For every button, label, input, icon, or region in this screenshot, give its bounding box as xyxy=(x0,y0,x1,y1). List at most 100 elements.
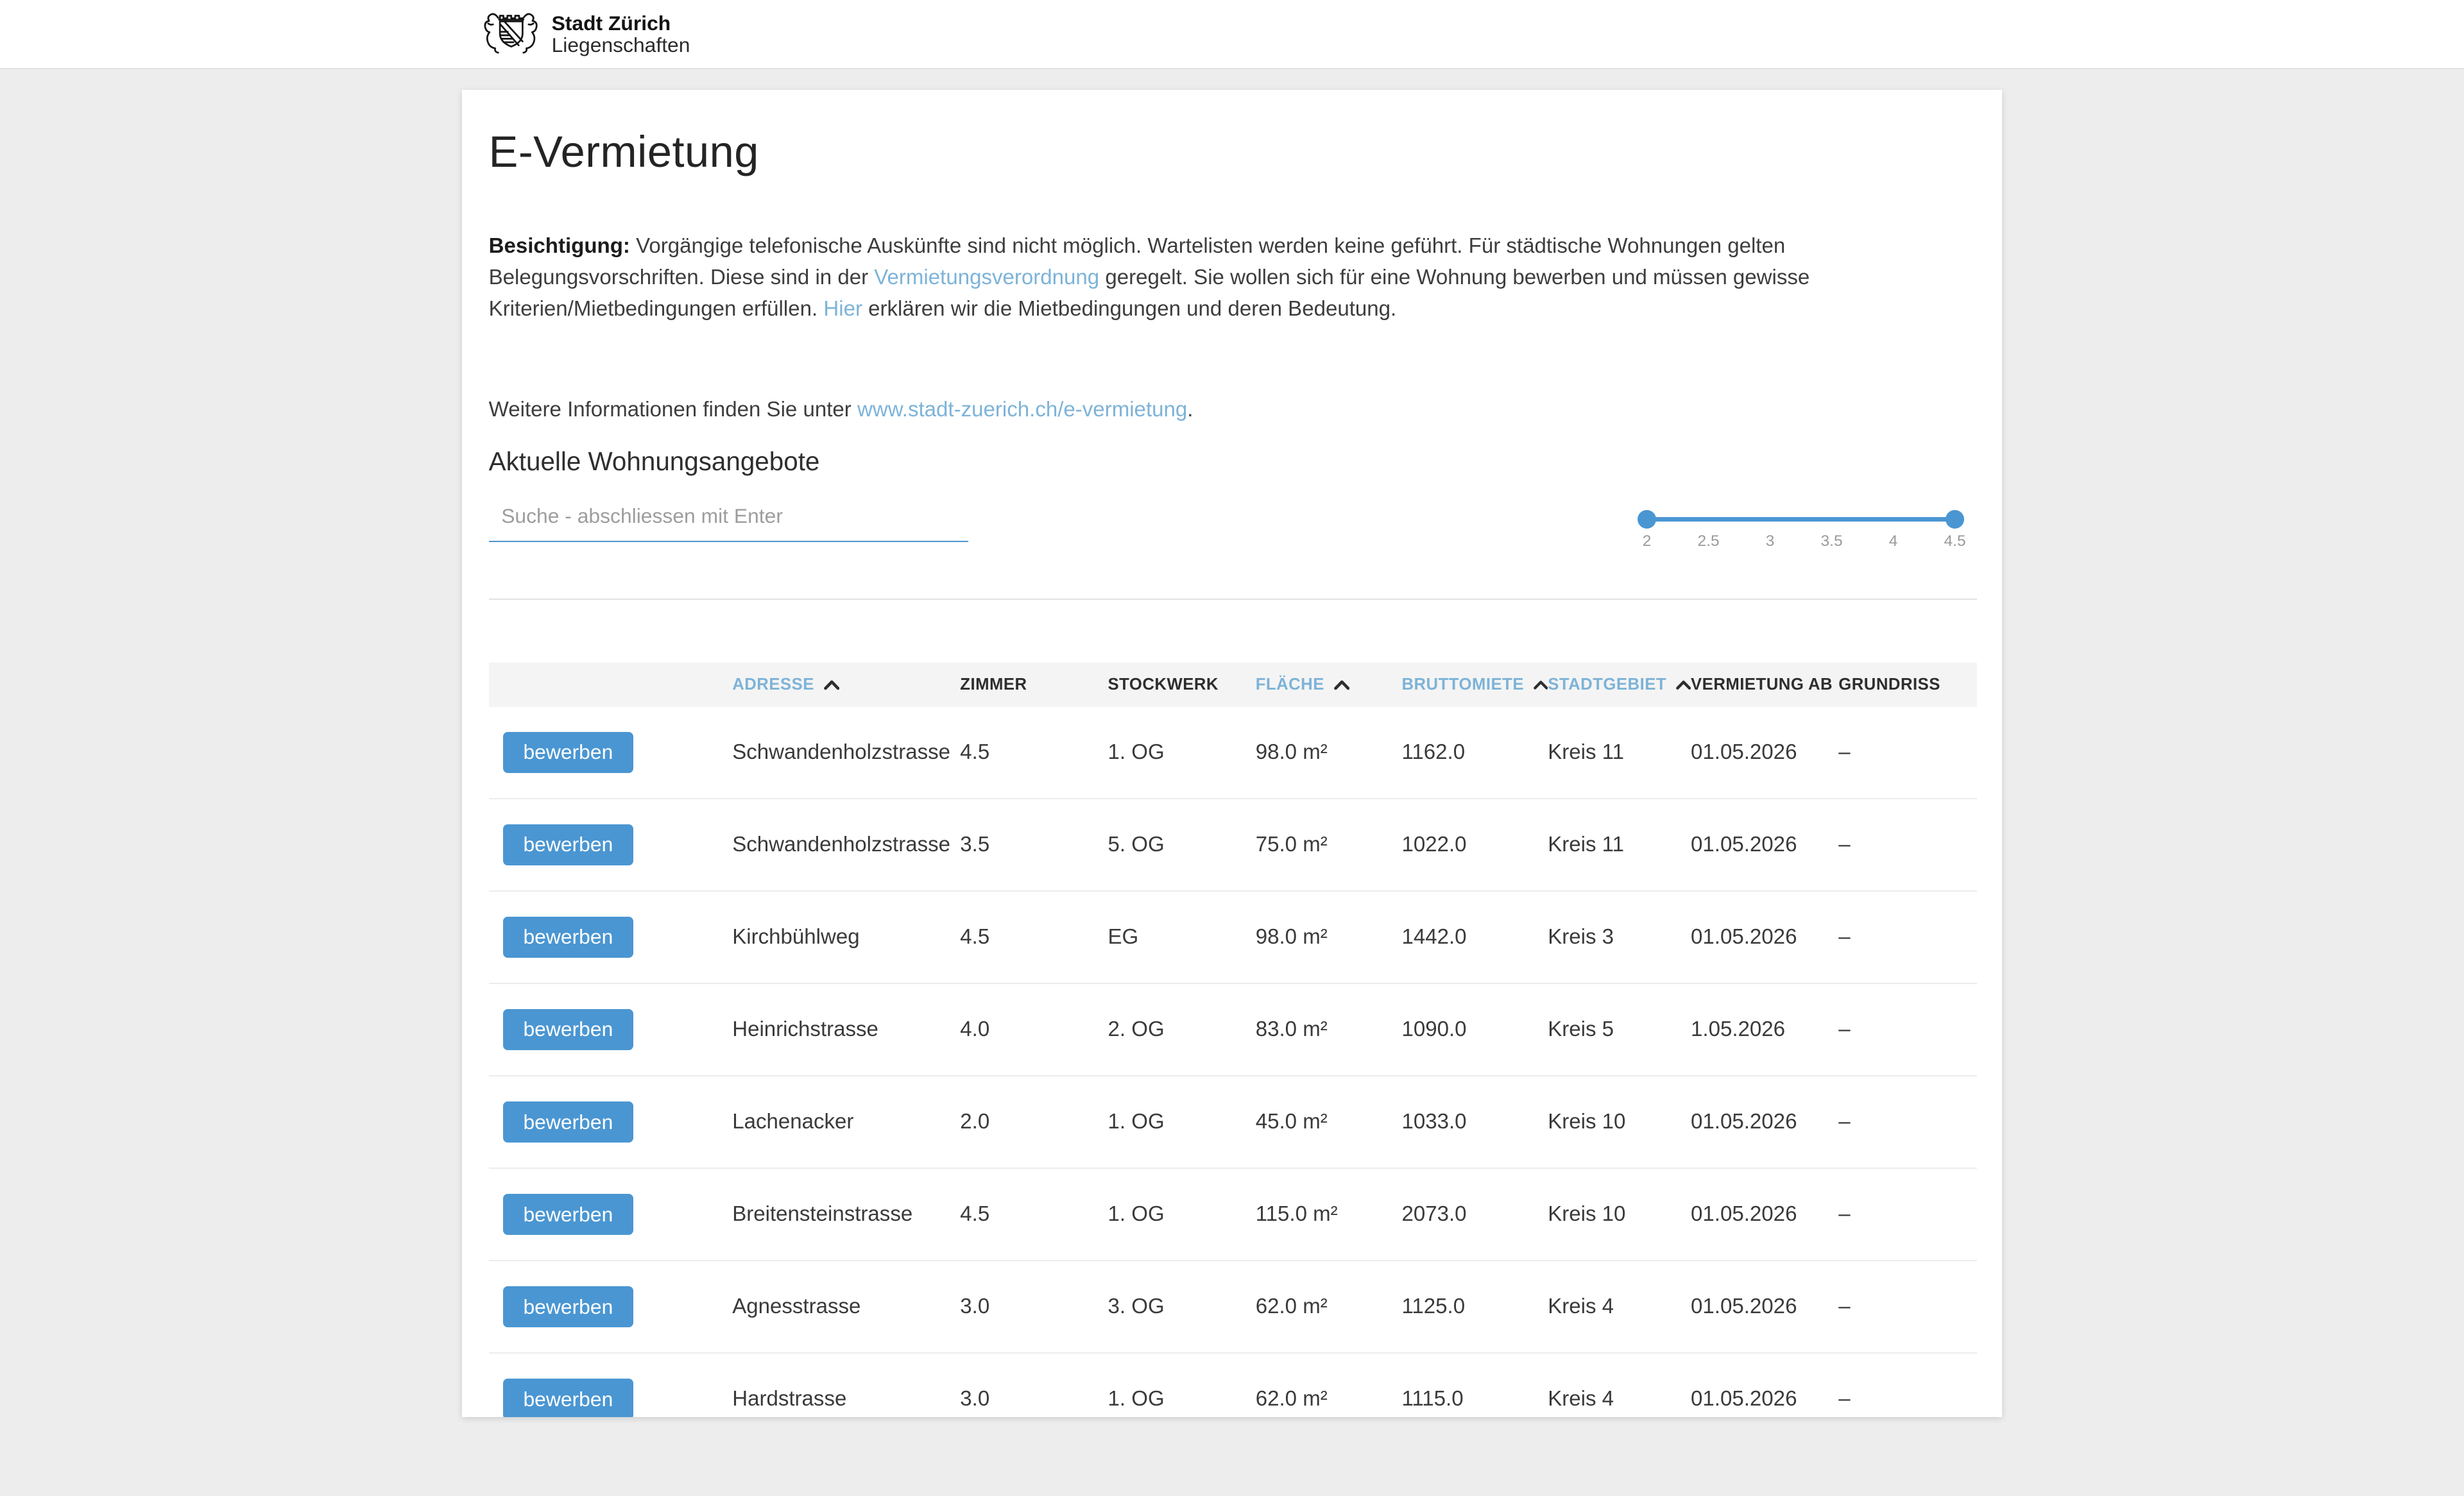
cell-bruttomiete: 1162.0 xyxy=(1401,740,1548,765)
slider-handle-min[interactable] xyxy=(1638,510,1656,529)
cell-vermietung-ab: 01.05.2026 xyxy=(1691,1110,1838,1134)
slider-handle-max[interactable] xyxy=(1946,510,1964,529)
cell-zimmer: 2.0 xyxy=(960,1110,1108,1134)
cell-vermietung-ab: 01.05.2026 xyxy=(1691,1295,1838,1319)
bewerben-button[interactable]: bewerben xyxy=(503,732,633,773)
column-header-label: STADTGEBIET xyxy=(1548,676,1666,694)
content-card: E-Vermietung Besichtigung: Vorgängige te… xyxy=(462,90,2002,1417)
cell-grundriss: – xyxy=(1838,833,1977,857)
table-header-row: ADRESSEZIMMERSTOCKWERKFLÄCHE BRUTTOMIETE S… xyxy=(489,663,1977,707)
brand-logo[interactable]: Stadt Zürich Liegenschaften xyxy=(483,10,690,58)
bewerben-button[interactable]: bewerben xyxy=(503,1194,633,1235)
brand-title: Stadt Zürich xyxy=(552,12,690,34)
cell-vermietung-ab: 01.05.2026 xyxy=(1691,1387,1838,1411)
top-bar: Stadt Zürich Liegenschaften xyxy=(0,0,2464,69)
cell-flaeche: 83.0 m² xyxy=(1256,1017,1402,1042)
column-header-vermietung_ab[interactable]: VERMIETUNG AB xyxy=(1691,676,1838,694)
cell-bruttomiete: 1115.0 xyxy=(1401,1387,1548,1411)
column-header-grundriss[interactable]: GRUNDRISS xyxy=(1838,676,1977,694)
listings-table: ADRESSEZIMMERSTOCKWERKFLÄCHE BRUTTOMIETE S… xyxy=(489,663,1977,1417)
rooms-range-slider[interactable]: 22.533.544.5 xyxy=(1647,493,1955,559)
cell-bruttomiete: 2073.0 xyxy=(1401,1202,1548,1227)
cell-actions: bewerben xyxy=(489,1286,733,1327)
cell-stadtgebiet: Kreis 11 xyxy=(1548,740,1691,765)
brand-subtitle: Liegenschaften xyxy=(552,34,690,56)
cell-vermietung-ab: 01.05.2026 xyxy=(1691,1202,1838,1227)
cell-grundriss: – xyxy=(1838,740,1977,765)
table-body: bewerben Schwandenholzstrasse 4.5 1. OG … xyxy=(489,707,1977,1417)
page-root: Stadt Zürich Liegenschaften E-Vermietung… xyxy=(0,0,2464,1495)
bewerben-button[interactable]: bewerben xyxy=(503,917,633,958)
cell-actions: bewerben xyxy=(489,1194,733,1235)
column-header-zimmer[interactable]: ZIMMER xyxy=(960,676,1108,694)
column-header-stadtgebiet[interactable]: STADTGEBIET xyxy=(1548,676,1691,694)
cell-stockwerk: 1. OG xyxy=(1108,1202,1256,1227)
cell-zimmer: 4.5 xyxy=(960,1202,1108,1227)
cell-flaeche: 115.0 m² xyxy=(1256,1202,1402,1227)
intro-paragraph: Besichtigung: Vorgängige telefonische Au… xyxy=(489,231,1977,325)
cell-adresse: Hardstrasse xyxy=(732,1387,960,1411)
cell-zimmer: 3.5 xyxy=(960,833,1108,857)
e-vermietung-link[interactable]: www.stadt-zuerich.ch/e-vermietung xyxy=(857,398,1187,421)
cell-vermietung-ab: 01.05.2026 xyxy=(1691,740,1838,765)
cell-bruttomiete: 1090.0 xyxy=(1401,1017,1548,1042)
cell-flaeche: 98.0 m² xyxy=(1256,740,1402,765)
table-row: bewerben Lachenacker 2.0 1. OG 45.0 m² 1… xyxy=(489,1076,1977,1169)
cell-vermietung-ab: 01.05.2026 xyxy=(1691,833,1838,857)
info-text-after: . xyxy=(1187,398,1193,421)
slider-track[interactable] xyxy=(1647,517,1955,522)
column-header-label: BRUTTOMIETE xyxy=(1401,676,1524,694)
cell-grundriss: – xyxy=(1838,925,1977,949)
column-header-label: VERMIETUNG AB xyxy=(1691,676,1833,694)
cell-vermietung-ab: 1.05.2026 xyxy=(1691,1017,1838,1042)
cell-stadtgebiet: Kreis 5 xyxy=(1548,1017,1691,1042)
cell-grundriss: – xyxy=(1838,1110,1977,1134)
cell-flaeche: 62.0 m² xyxy=(1256,1295,1402,1319)
cell-actions: bewerben xyxy=(489,1379,733,1417)
cell-stadtgebiet: Kreis 3 xyxy=(1548,925,1691,949)
column-header-flaeche[interactable]: FLÄCHE xyxy=(1256,676,1402,694)
cell-stockwerk: 1. OG xyxy=(1108,1110,1256,1134)
vermietungsverordnung-link[interactable]: Vermietungsver­ordnung xyxy=(874,266,1099,289)
bewerben-button[interactable]: bewerben xyxy=(503,1286,633,1327)
slider-tick-label: 3 xyxy=(1766,532,1775,550)
column-header-adresse[interactable]: ADRESSE xyxy=(732,676,960,694)
table-row: bewerben Hardstrasse 3.0 1. OG 62.0 m² 1… xyxy=(489,1354,1977,1417)
cell-stadtgebiet: Kreis 10 xyxy=(1548,1110,1691,1134)
cell-zimmer: 3.0 xyxy=(960,1387,1108,1411)
slider-tick-label: 4 xyxy=(1889,532,1898,550)
sort-caret-up-icon xyxy=(1534,679,1548,690)
column-header-stockwerk[interactable]: STOCKWERK xyxy=(1108,676,1256,694)
cell-grundriss: – xyxy=(1838,1387,1977,1411)
search-input[interactable] xyxy=(489,493,968,542)
cell-bruttomiete: 1022.0 xyxy=(1401,833,1548,857)
cell-stadtgebiet: Kreis 4 xyxy=(1548,1295,1691,1319)
bewerben-button[interactable]: bewerben xyxy=(503,1101,633,1143)
cell-adresse: Breitensteinstrasse xyxy=(732,1202,960,1227)
bewerben-button[interactable]: bewerben xyxy=(503,1379,633,1417)
page-title: E-Vermietung xyxy=(489,124,1977,180)
cell-bruttomiete: 1125.0 xyxy=(1401,1295,1548,1319)
table-row: bewerben Heinrichstrasse 4.0 2. OG 83.0 … xyxy=(489,984,1977,1076)
cell-flaeche: 98.0 m² xyxy=(1256,925,1402,949)
cell-grundriss: – xyxy=(1838,1202,1977,1227)
cell-stockwerk: 2. OG xyxy=(1108,1017,1256,1042)
bewerben-button[interactable]: bewerben xyxy=(503,824,633,865)
cell-stockwerk: EG xyxy=(1108,925,1256,949)
cell-stockwerk: 1. OG xyxy=(1108,1387,1256,1411)
cell-zimmer: 3.0 xyxy=(960,1295,1108,1319)
cell-stockwerk: 3. OG xyxy=(1108,1295,1256,1319)
table-row: bewerben Breitensteinstrasse 4.5 1. OG 1… xyxy=(489,1169,1977,1261)
cell-actions: bewerben xyxy=(489,1009,733,1050)
cell-bruttomiete: 1033.0 xyxy=(1401,1110,1548,1134)
cell-grundriss: – xyxy=(1838,1017,1977,1042)
column-header-bruttomiete[interactable]: BRUTTOMIETE xyxy=(1401,676,1548,694)
hier-link[interactable]: Hier xyxy=(823,297,862,321)
cell-stadtgebiet: Kreis 4 xyxy=(1548,1387,1691,1411)
sort-caret-up-icon xyxy=(1676,679,1691,690)
brand-text: Stadt Zürich Liegenschaften xyxy=(552,12,690,56)
sort-caret-up-icon xyxy=(1334,679,1349,690)
cell-flaeche: 62.0 m² xyxy=(1256,1387,1402,1411)
bewerben-button[interactable]: bewerben xyxy=(503,1009,633,1050)
column-header-label: FLÄCHE xyxy=(1256,676,1324,694)
